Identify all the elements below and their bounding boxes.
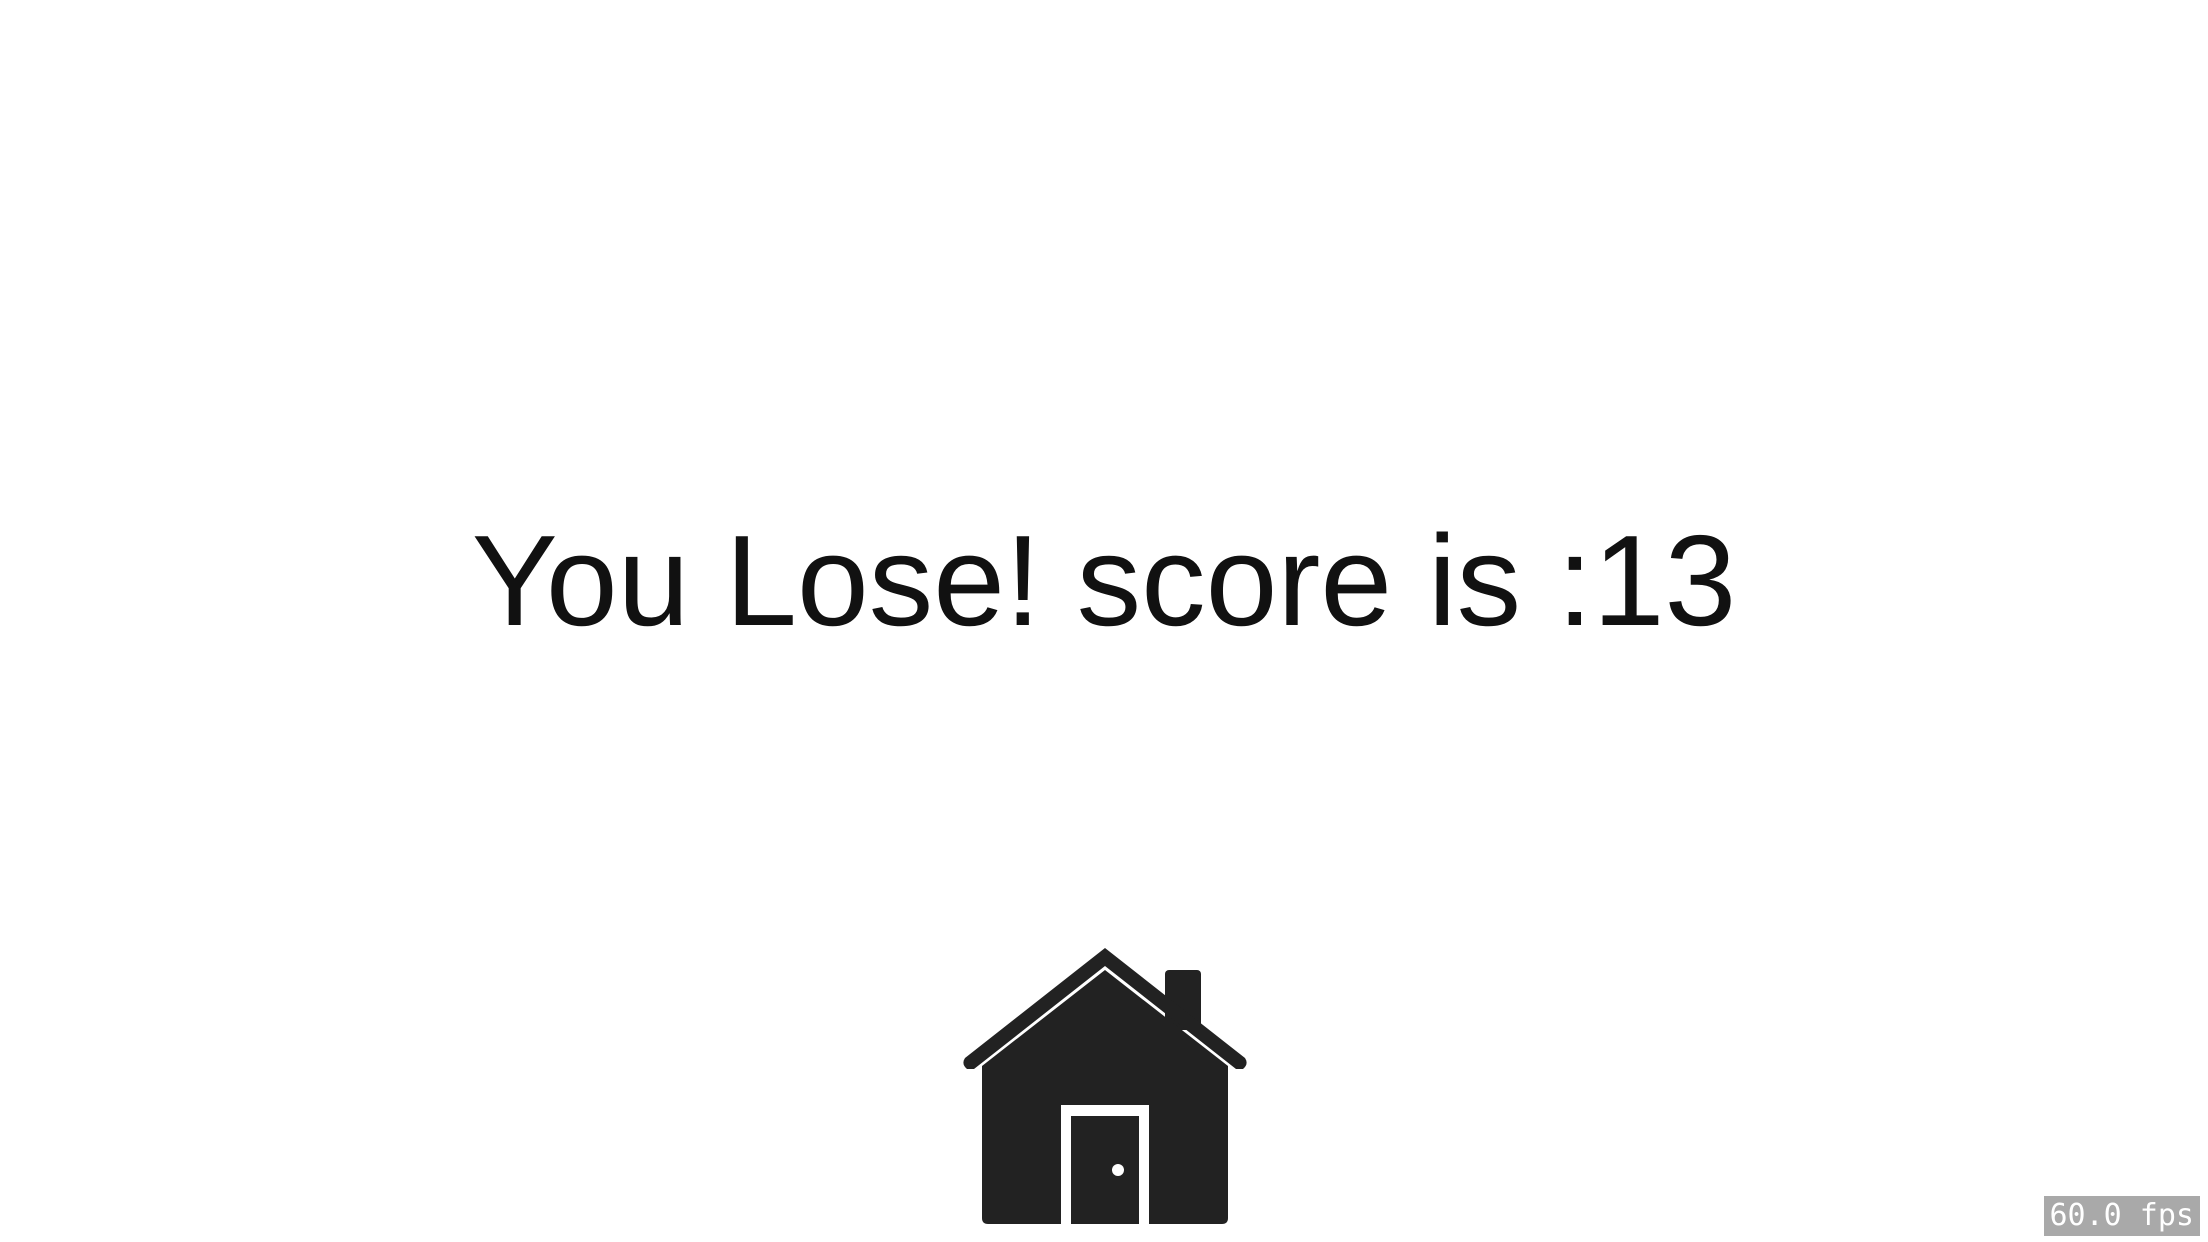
home-icon <box>963 948 1247 1224</box>
fps-counter: 60.0 fps <box>2043 1196 2200 1236</box>
game-over-message: You Lose! score is :13 <box>471 509 1737 653</box>
home-button[interactable] <box>960 948 1250 1228</box>
game-over-screen: You Lose! score is :13 60.0 fps <box>0 0 2208 1242</box>
